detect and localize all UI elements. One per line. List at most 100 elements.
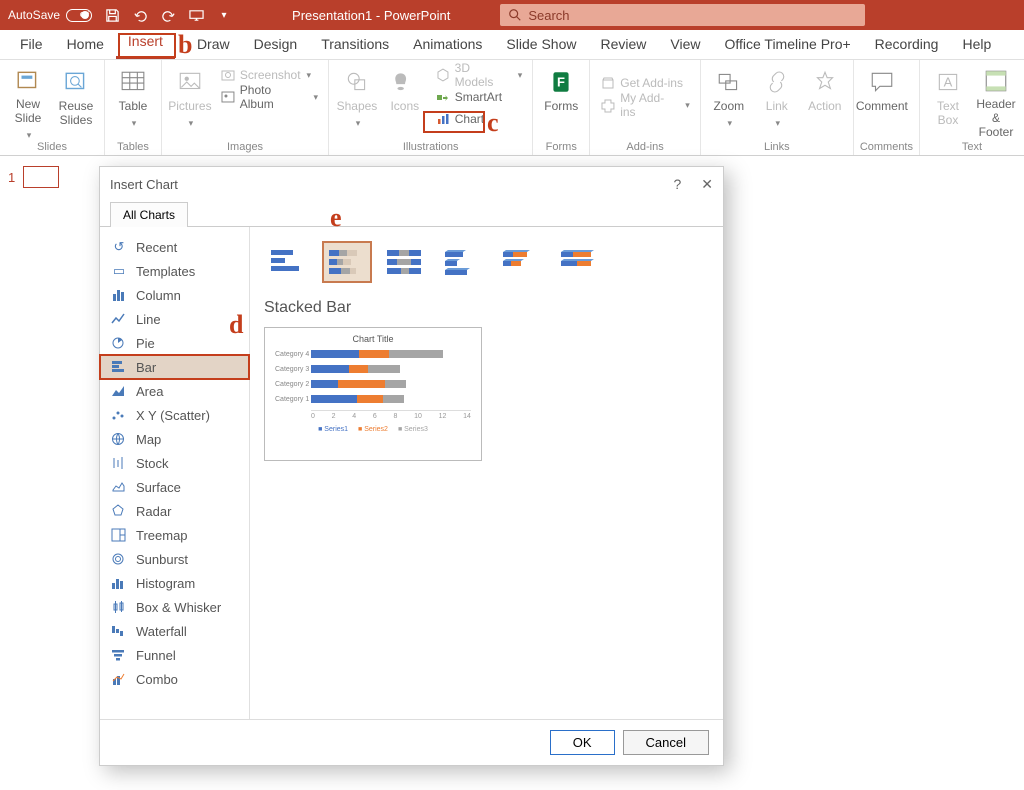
photo-album-button[interactable]: Photo Album▾ xyxy=(216,86,322,108)
scatter-icon xyxy=(110,407,128,423)
cat-radar[interactable]: Radar xyxy=(100,499,249,523)
undo-icon[interactable] xyxy=(132,7,148,23)
cat-boxwhisker[interactable]: Box & Whisker xyxy=(100,595,249,619)
cat-bar[interactable]: Bar xyxy=(100,355,249,379)
cat-stock[interactable]: Stock xyxy=(100,451,249,475)
redo-icon[interactable] xyxy=(160,7,176,23)
my-addins-button[interactable]: My Add-ins▾ xyxy=(596,94,694,116)
slide-thumbnail-panel: 1 xyxy=(0,156,90,790)
comment-icon xyxy=(868,68,896,96)
tab-animations[interactable]: Animations xyxy=(401,30,494,59)
table-icon xyxy=(119,68,147,96)
cube-icon xyxy=(435,67,451,83)
cat-scatter[interactable]: X Y (Scatter) xyxy=(100,403,249,427)
comment-button[interactable]: Comment xyxy=(860,64,904,136)
histogram-icon xyxy=(110,575,128,591)
tab-draw[interactable]: Draw xyxy=(185,30,242,59)
new-slide-button[interactable]: New Slide▾ xyxy=(6,64,50,136)
tab-recording[interactable]: Recording xyxy=(863,30,951,59)
cat-area[interactable]: Area xyxy=(100,379,249,403)
group-forms: FForms Forms xyxy=(533,60,590,155)
reuse-slides-icon xyxy=(62,68,90,96)
tab-insert[interactable]: Insert xyxy=(116,27,175,59)
dialog-tab-all-charts[interactable]: All Charts xyxy=(110,202,188,227)
surface-icon xyxy=(110,479,128,495)
forms-button[interactable]: FForms xyxy=(539,64,583,136)
cat-surface[interactable]: Surface xyxy=(100,475,249,499)
slide-thumbnail-1[interactable]: 1 xyxy=(8,166,82,188)
close-icon[interactable]: ✕ xyxy=(701,176,713,193)
treemap-icon xyxy=(110,527,128,543)
cat-combo[interactable]: Combo xyxy=(100,667,249,691)
autosave-toggle[interactable]: AutoSave Off xyxy=(8,8,92,22)
cat-map[interactable]: Map xyxy=(100,427,249,451)
present-icon[interactable] xyxy=(188,7,204,23)
search-input[interactable]: Search xyxy=(500,4,865,26)
tab-timeline[interactable]: Office Timeline Pro+ xyxy=(712,30,862,59)
templates-icon: ▭ xyxy=(110,263,128,279)
cat-sunburst[interactable]: Sunburst xyxy=(100,547,249,571)
subtype-stacked-bar[interactable] xyxy=(322,241,372,283)
tab-design[interactable]: Design xyxy=(242,30,310,59)
qat-more-icon[interactable]: ▾ xyxy=(216,7,232,23)
tab-view[interactable]: View xyxy=(658,30,712,59)
addin-icon xyxy=(600,97,616,113)
group-images: Pictures▾ Screenshot▾ Photo Album▾ Image… xyxy=(162,60,329,155)
subtype-3d-clustered-bar[interactable] xyxy=(438,241,488,283)
cat-line[interactable]: Line xyxy=(100,307,249,331)
cat-templates[interactable]: ▭Templates xyxy=(100,259,249,283)
action-button[interactable]: Action xyxy=(803,64,847,136)
3d-models-button[interactable]: 3D Models▾ xyxy=(431,64,527,86)
cat-waterfall[interactable]: Waterfall xyxy=(100,619,249,643)
table-button[interactable]: Table▾ xyxy=(111,64,155,136)
title-bar: AutoSave Off ▾ Presentation1 - PowerPoin… xyxy=(0,0,1024,30)
subtype-3d-stacked-bar[interactable] xyxy=(496,241,546,283)
tab-review[interactable]: Review xyxy=(588,30,658,59)
cat-histogram[interactable]: Histogram xyxy=(100,571,249,595)
zoom-button[interactable]: Zoom▾ xyxy=(707,64,751,136)
header-icon xyxy=(982,68,1010,94)
save-icon[interactable] xyxy=(104,7,120,23)
stock-icon xyxy=(110,455,128,471)
subtype-clustered-bar[interactable] xyxy=(264,241,314,283)
document-title: Presentation1 - PowerPoint xyxy=(292,8,450,23)
reuse-slides-button[interactable]: Reuse Slides xyxy=(54,64,98,136)
tab-file[interactable]: File xyxy=(8,30,55,59)
group-text: AText Box Header & Footer Text xyxy=(920,60,1024,155)
dialog-title-text: Insert Chart xyxy=(110,177,178,192)
subtype-3d-100-stacked-bar[interactable] xyxy=(554,241,604,283)
cat-column[interactable]: Column xyxy=(100,283,249,307)
chart-button[interactable]: Chart xyxy=(431,108,527,130)
tab-home[interactable]: Home xyxy=(55,30,116,59)
cat-treemap[interactable]: Treemap xyxy=(100,523,249,547)
tab-help[interactable]: Help xyxy=(950,30,1003,59)
area-icon xyxy=(110,383,128,399)
box-icon xyxy=(110,599,128,615)
cat-recent[interactable]: ↺Recent xyxy=(100,235,249,259)
header-footer-button[interactable]: Header & Footer xyxy=(974,64,1018,136)
smartart-button[interactable]: SmartArt xyxy=(431,86,527,108)
chart-subtype-row xyxy=(264,241,709,283)
svg-text:A: A xyxy=(944,74,953,89)
textbox-button[interactable]: AText Box xyxy=(926,64,970,136)
cat-funnel[interactable]: Funnel xyxy=(100,643,249,667)
ok-button[interactable]: OK xyxy=(550,730,615,755)
new-slide-icon xyxy=(14,68,42,94)
icons-button[interactable]: Icons xyxy=(383,64,427,136)
insert-chart-dialog: Insert Chart ? ✕ All Charts ↺Recent ▭Tem… xyxy=(99,166,724,766)
tab-slideshow[interactable]: Slide Show xyxy=(494,30,588,59)
toggle-off-icon: Off xyxy=(66,9,92,22)
link-button[interactable]: Link▾ xyxy=(755,64,799,136)
chart-preview[interactable]: Chart Title Category 4Category 3Category… xyxy=(264,327,482,461)
pictures-button[interactable]: Pictures▾ xyxy=(168,64,212,136)
group-comments: Comment Comments xyxy=(854,60,920,155)
tab-transitions[interactable]: Transitions xyxy=(309,30,401,59)
store-icon xyxy=(600,75,616,91)
shapes-button[interactable]: Shapes▾ xyxy=(335,64,379,136)
forms-icon: F xyxy=(547,68,575,96)
help-icon[interactable]: ? xyxy=(673,176,681,193)
action-icon xyxy=(811,68,839,96)
cancel-button[interactable]: Cancel xyxy=(623,730,709,755)
cat-pie[interactable]: Pie xyxy=(100,331,249,355)
subtype-100-stacked-bar[interactable] xyxy=(380,241,430,283)
